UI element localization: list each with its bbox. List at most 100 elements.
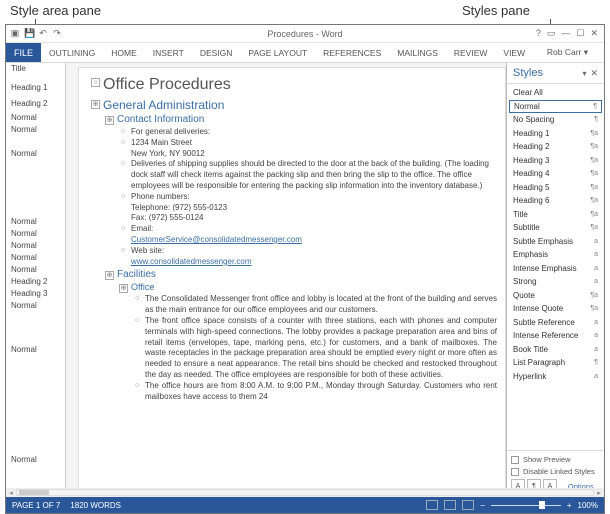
tab-home[interactable]: HOME <box>103 43 145 62</box>
style-area-row: Normal <box>6 344 65 356</box>
style-area-row: Title <box>6 63 65 75</box>
word-icon: ▣ <box>10 28 20 39</box>
style-item[interactable]: Hyperlinka <box>509 370 602 384</box>
style-area-row: Normal <box>6 240 65 252</box>
style-item[interactable]: Intense Emphasisa <box>509 262 602 276</box>
style-item[interactable]: Quote¶a <box>509 289 602 303</box>
style-item[interactable]: Intense Quote¶a <box>509 302 602 316</box>
user-name[interactable]: Rob Carr ▾ <box>547 47 604 58</box>
help-icon[interactable]: ? <box>536 28 541 39</box>
style-item[interactable]: No Spacing¶ <box>509 113 602 127</box>
bullet: The front office space consists of a cou… <box>145 316 497 381</box>
close-icon[interactable]: ✕ <box>590 28 598 39</box>
style-item[interactable]: Emphasisa <box>509 248 602 262</box>
read-mode-icon[interactable] <box>426 500 438 510</box>
pin-icon[interactable]: ▾ <box>582 69 586 78</box>
style-item[interactable]: Heading 6¶a <box>509 194 602 208</box>
styles-list: Clear All Normal¶No Spacing¶Heading 1¶aH… <box>507 84 604 450</box>
scroll-right-icon[interactable]: ▸ <box>594 489 604 497</box>
status-bar: PAGE 1 OF 7 1820 WORDS − + 100% <box>6 497 604 513</box>
style-item[interactable]: Stronga <box>509 275 602 289</box>
style-item[interactable]: Heading 3¶a <box>509 154 602 168</box>
style-item[interactable]: Normal¶ <box>509 100 602 114</box>
window-controls: ? ▭ — ☐ ✕ <box>536 28 604 39</box>
web-layout-icon[interactable] <box>462 500 474 510</box>
style-item[interactable]: Book Titlea <box>509 343 602 357</box>
bullet: The office hours are from 8:00 A.M. to 9… <box>145 381 497 403</box>
style-item[interactable]: Heading 5¶a <box>509 181 602 195</box>
zoom-out-icon[interactable]: − <box>480 501 485 510</box>
redo-icon[interactable]: ↷ <box>52 28 62 39</box>
tab-mailings[interactable]: MAILINGS <box>389 43 446 62</box>
style-item[interactable]: Subtle Emphasisa <box>509 235 602 249</box>
styles-pane: Styles ▾ ✕ Clear All Normal¶No Spacing¶H… <box>506 63 604 497</box>
save-icon[interactable]: 💾 <box>24 28 34 39</box>
style-area-row: Normal <box>6 124 65 136</box>
style-item[interactable]: Intense Referencea <box>509 329 602 343</box>
style-area-row: Normal <box>6 252 65 264</box>
zoom-in-icon[interactable]: + <box>567 501 572 510</box>
style-area-row: Heading 3 <box>6 288 65 300</box>
maximize-icon[interactable]: ☐ <box>576 28 584 39</box>
bullet: 1234 Main StreetNew York, NY 90012 <box>131 138 497 160</box>
outline-toggle-icon[interactable]: ⊕ <box>105 271 114 280</box>
page-indicator[interactable]: PAGE 1 OF 7 <box>12 501 60 510</box>
tab-page-layout[interactable]: PAGE LAYOUT <box>240 43 315 62</box>
annotation-left: Style area pane <box>10 3 101 18</box>
style-item[interactable]: Subtitle¶a <box>509 221 602 235</box>
style-area-row: Normal <box>6 264 65 276</box>
word-count[interactable]: 1820 WORDS <box>70 501 121 510</box>
style-area-row: Normal <box>6 454 65 466</box>
outline-toggle-icon[interactable]: ⊕ <box>105 116 114 125</box>
style-clear-all[interactable]: Clear All <box>509 86 602 100</box>
heading2: Facilities <box>117 269 497 280</box>
style-area-row: Normal <box>6 216 65 228</box>
styles-pane-header: Styles ▾ ✕ <box>507 63 604 84</box>
heading1: General Administration <box>103 98 497 112</box>
style-item[interactable]: Subtle Referencea <box>509 316 602 330</box>
tab-file[interactable]: FILE <box>6 43 41 62</box>
undo-icon[interactable]: ↶ <box>38 28 48 39</box>
doc-title-text: Office Procedures <box>103 76 497 94</box>
document-page[interactable]: ○ Office Procedures ⊕ General Administra… <box>78 67 506 497</box>
bullet: Web site: www.consolidatedmessenger.com <box>131 246 497 268</box>
tab-insert[interactable]: INSERT <box>145 43 192 62</box>
style-area-row: Normal <box>6 148 65 160</box>
style-area-row: Heading 2 <box>6 276 65 288</box>
web-link[interactable]: www.consolidatedmessenger.com <box>131 257 252 266</box>
title-bar: ▣ 💾 ↶ ↷ Procedures - Word ? ▭ — ☐ ✕ <box>6 25 604 43</box>
style-area-row: Normal <box>6 228 65 240</box>
style-item[interactable]: Heading 1¶a <box>509 127 602 141</box>
heading2: Contact Information <box>117 114 497 125</box>
annotation-right: Styles pane <box>462 3 530 18</box>
ribbon-options-icon[interactable]: ▭ <box>547 28 556 39</box>
tab-review[interactable]: REVIEW <box>446 43 496 62</box>
email-link[interactable]: CustomerService@consolidatedmessenger.co… <box>131 235 302 244</box>
zoom-slider[interactable] <box>491 505 561 506</box>
close-pane-icon[interactable]: ✕ <box>590 68 598 79</box>
bullet: Phone numbers: Telephone: (972) 555-0123… <box>131 192 497 224</box>
tab-design[interactable]: DESIGN <box>192 43 241 62</box>
outline-toggle-icon[interactable]: ⊕ <box>91 100 100 109</box>
document-title: Procedures - Word <box>6 29 604 39</box>
bullet: Email: CustomerService@consolidatedmesse… <box>131 224 497 246</box>
bullet: The Consolidated Messenger front office … <box>145 294 497 316</box>
print-layout-icon[interactable] <box>444 500 456 510</box>
zoom-level[interactable]: 100% <box>578 501 598 510</box>
tab-references[interactable]: REFERENCES <box>315 43 389 62</box>
bullet: Deliveries of shipping supplies should b… <box>131 159 497 191</box>
style-item[interactable]: Heading 4¶a <box>509 167 602 181</box>
show-preview-checkbox[interactable]: Show Preview <box>511 455 600 464</box>
style-item[interactable]: List Paragraph¶ <box>509 356 602 370</box>
tab-view[interactable]: VIEW <box>495 43 533 62</box>
horizontal-scrollbar[interactable]: ◂ ▸ <box>6 488 604 497</box>
outline-toggle-icon[interactable]: ⊕ <box>119 284 128 293</box>
style-item[interactable]: Title¶a <box>509 208 602 222</box>
outline-toggle-icon[interactable]: ○ <box>91 78 100 87</box>
style-area-row: Normal <box>6 112 65 124</box>
scroll-left-icon[interactable]: ◂ <box>6 489 16 497</box>
disable-linked-checkbox[interactable]: Disable Linked Styles <box>511 467 600 476</box>
minimize-icon[interactable]: — <box>561 28 570 39</box>
tab-outlining[interactable]: OUTLINING <box>41 43 103 62</box>
style-item[interactable]: Heading 2¶a <box>509 140 602 154</box>
